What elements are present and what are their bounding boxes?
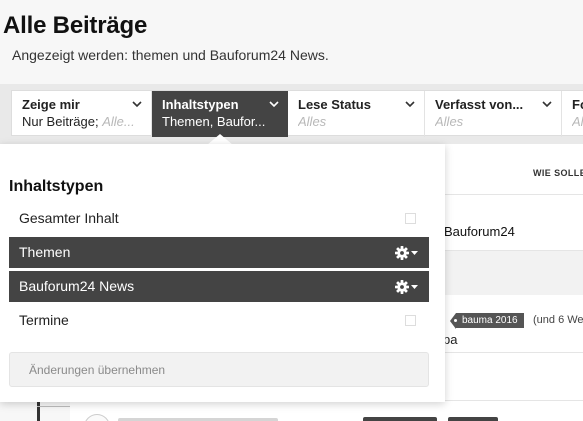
settings-menu-button[interactable] bbox=[384, 237, 429, 268]
filter-value: Nur Beiträge; Alle... bbox=[22, 114, 135, 129]
checkbox[interactable] bbox=[405, 213, 416, 224]
filter-label: Fo bbox=[572, 97, 583, 112]
settings-menu-button[interactable] bbox=[384, 271, 429, 302]
filter-content-types[interactable]: Inhaltstypen Themen, Baufor... bbox=[152, 91, 288, 137]
gear-menu-separator bbox=[384, 237, 429, 268]
gear-icon bbox=[394, 279, 418, 294]
filter-forum[interactable]: Fo Alle bbox=[562, 91, 583, 137]
stream-item-button[interactable] bbox=[448, 417, 498, 421]
dropdown-item-label: Termine bbox=[19, 312, 69, 328]
page-subtitle: Angezeigt werden: themen und Bauforum24 … bbox=[12, 47, 329, 63]
gear-icon bbox=[394, 245, 418, 260]
filter-bar-container: Zeige mir Nur Beiträge; Alle... Inhaltst… bbox=[0, 84, 583, 144]
chevron-down-icon bbox=[405, 101, 415, 108]
forum-name[interactable]: Bauforum24 bbox=[444, 224, 515, 239]
timeline-connector bbox=[37, 406, 72, 407]
stream-item-snippet[interactable]: pa bbox=[443, 332, 457, 347]
time-ago-text: (und 6 We bbox=[533, 314, 583, 326]
dropdown-item-all-content[interactable]: Gesamter Inhalt bbox=[9, 203, 429, 234]
filter-show-me[interactable]: Zeige mir Nur Beiträge; Alle... bbox=[12, 91, 152, 137]
dropdown-title: Inhaltstypen bbox=[9, 178, 104, 195]
page-title: Alle Beiträge bbox=[3, 12, 148, 39]
filter-value: Themen, Baufor... bbox=[162, 114, 266, 129]
gear-menu-separator bbox=[384, 271, 429, 302]
chevron-down-icon bbox=[132, 101, 142, 108]
sort-label[interactable]: WIE SOLLE bbox=[533, 168, 583, 178]
filter-read-status[interactable]: Lese Status Alles bbox=[288, 91, 425, 137]
filter-value: Alles bbox=[435, 114, 464, 129]
filter-author[interactable]: Verfasst von... Alles bbox=[425, 91, 562, 137]
chevron-down-icon bbox=[269, 101, 279, 108]
content-types-dropdown: Inhaltstypen Gesamter Inhalt Themen Bauf… bbox=[0, 144, 445, 402]
stream-item-button[interactable] bbox=[363, 417, 437, 421]
filter-value: Alles bbox=[298, 114, 327, 129]
apply-changes-label: Änderungen übernehmen bbox=[29, 363, 166, 377]
chevron-down-icon bbox=[542, 101, 552, 108]
dropdown-item-label: Themen bbox=[19, 244, 71, 260]
dropdown-item-label: Gesamter Inhalt bbox=[19, 210, 119, 226]
dropdown-item-topics[interactable]: Themen bbox=[9, 237, 429, 268]
dropdown-item-bauforum24-news[interactable]: Bauforum24 News bbox=[9, 271, 429, 302]
checkbox[interactable] bbox=[405, 315, 416, 326]
filter-value: Alle bbox=[572, 114, 583, 129]
dropdown-item-events[interactable]: Termine bbox=[9, 305, 429, 336]
apply-changes-button[interactable]: Änderungen übernehmen bbox=[9, 352, 429, 387]
dropdown-item-label: Bauforum24 News bbox=[19, 278, 135, 294]
tag-badge[interactable]: bauma 2016 bbox=[450, 313, 524, 329]
filter-bar: Zeige mir Nur Beiträge; Alle... Inhaltst… bbox=[11, 90, 583, 137]
